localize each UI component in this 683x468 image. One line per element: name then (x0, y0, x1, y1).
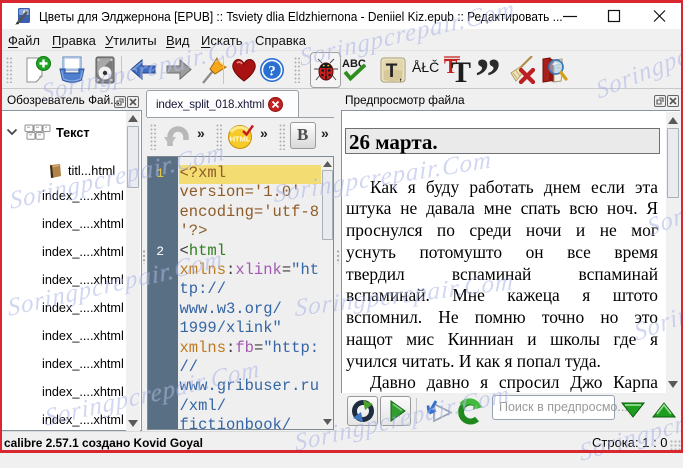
svg-text:?: ? (268, 64, 276, 80)
svg-text:HTML: HTML (230, 135, 251, 144)
svg-text:T: T (451, 56, 471, 84)
svg-text:T: T (386, 61, 398, 82)
svg-text:,: , (399, 69, 402, 83)
